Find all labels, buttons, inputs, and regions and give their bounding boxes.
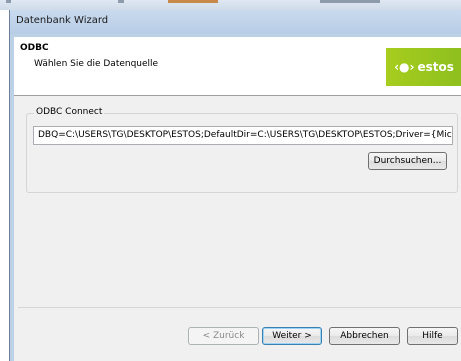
odbc-connect-group: ODBC Connect DBQ=C:\USERS\TG\DESKTOP\EST… [26, 107, 458, 193]
help-button[interactable]: Hilfe [407, 327, 458, 345]
estos-logo: ‹●› estos [386, 48, 461, 86]
page-title: ODBC [20, 43, 49, 53]
page-subtitle: Wählen Sie die Datenquelle [34, 59, 159, 69]
connection-string-input[interactable]: DBQ=C:\USERS\TG\DESKTOP\ESTOS;DefaultDir… [33, 126, 453, 145]
background-window-strip [0, 0, 461, 10]
estos-logo-icon: ‹●› [394, 60, 415, 74]
cancel-button[interactable]: Abbrechen [329, 327, 400, 345]
window-title: Datenbank Wizard [16, 15, 109, 26]
wizard-window: Datenbank Wizard ODBC Wählen Sie die Dat… [9, 10, 461, 361]
background-mark [6, 0, 11, 3]
group-legend: ODBC Connect [34, 107, 105, 117]
background-mark [118, 0, 124, 3]
back-button[interactable]: < Zurück [188, 327, 259, 345]
wizard-header: ODBC Wählen Sie die Datenquelle ‹●› esto… [14, 37, 461, 96]
title-bar[interactable]: Datenbank Wizard [10, 10, 461, 34]
browse-button[interactable]: Durchsuchen... [368, 152, 447, 170]
next-button[interactable]: Weiter > [262, 327, 322, 345]
background-mark [320, 0, 380, 3]
wizard-content: ODBC Connect DBQ=C:\USERS\TG\DESKTOP\EST… [14, 96, 461, 361]
estos-logo-text: estos [417, 60, 454, 74]
background-mark [168, 0, 218, 3]
footer-divider [18, 307, 461, 308]
